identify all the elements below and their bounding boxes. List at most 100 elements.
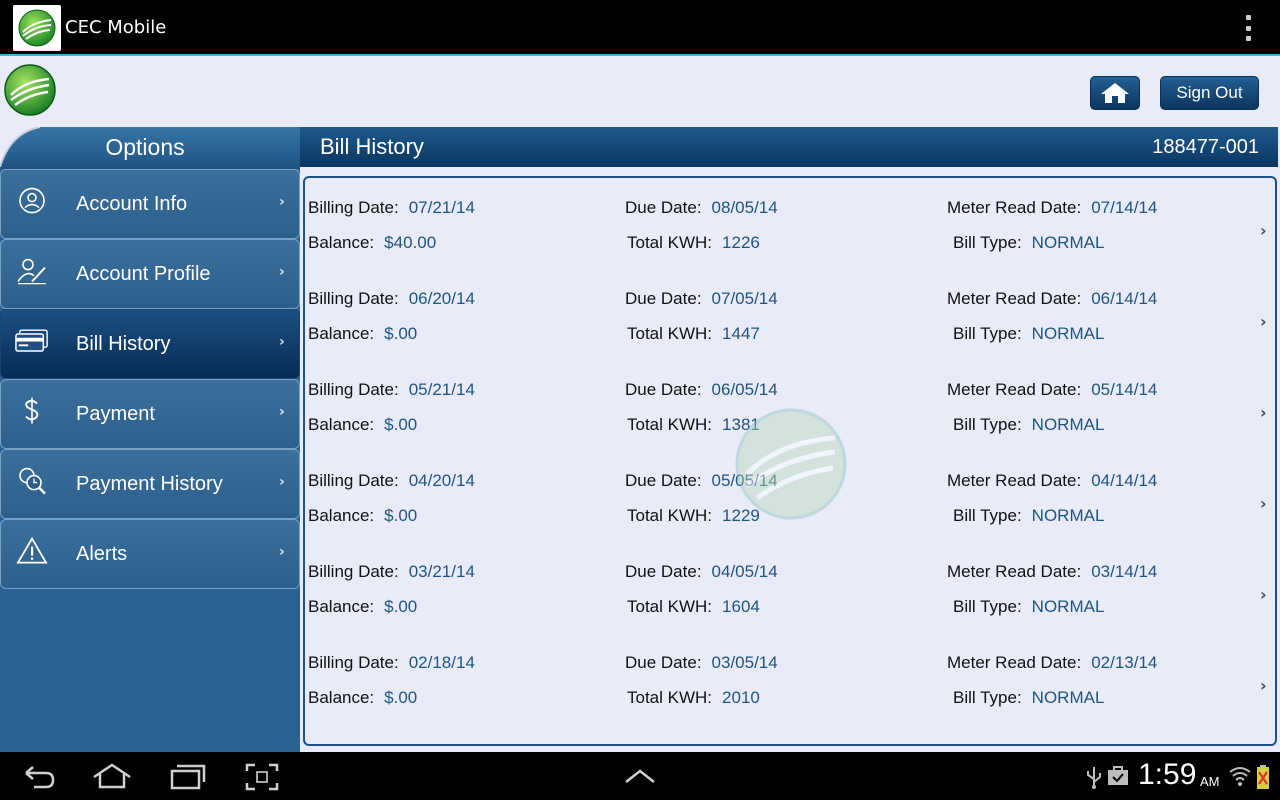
- meter-read-date-value: 04/14/14: [1091, 471, 1158, 490]
- balance-label: Balance:: [308, 415, 375, 434]
- search-history-icon: [15, 464, 49, 498]
- chevron-right-icon: ›: [279, 264, 285, 281]
- bill-type-value: NORMAL: [1031, 233, 1105, 252]
- total-kwh-label: Total KWH:: [627, 506, 713, 525]
- chevron-right-icon: ›: [1260, 494, 1267, 513]
- status-ampm: AM: [1200, 774, 1220, 789]
- total-kwh-field: Total KWH: 1226: [627, 233, 760, 253]
- balance-label: Balance:: [308, 324, 375, 343]
- meter-read-date-field: Meter Read Date: 03/14/14: [947, 562, 1157, 582]
- due-date-label: Due Date:: [625, 653, 702, 672]
- recent-apps-icon[interactable]: [169, 762, 207, 790]
- meter-read-date-label: Meter Read Date:: [947, 198, 1082, 217]
- bill-type-value: NORMAL: [1031, 415, 1105, 434]
- sidebar-item-payment[interactable]: Payment ›: [0, 379, 300, 449]
- bill-type-value: NORMAL: [1031, 506, 1105, 525]
- home-nav-icon[interactable]: [91, 762, 133, 790]
- sidebar-item-bill-history[interactable]: Bill History ›: [0, 309, 300, 379]
- billing-date-field: Billing Date: 07/21/14: [308, 198, 475, 218]
- balance-field: Balance: $.00: [308, 688, 417, 708]
- chevron-right-icon: ›: [279, 194, 285, 211]
- due-date-value: 06/05/14: [711, 380, 778, 399]
- dollar-icon: [15, 394, 49, 428]
- total-kwh-value: 1604: [722, 597, 760, 616]
- billing-date-value: 03/21/14: [408, 562, 475, 581]
- billing-date-field: Billing Date: 05/21/14: [308, 380, 475, 400]
- sign-out-button[interactable]: Sign Out: [1160, 76, 1259, 110]
- meter-read-date-value: 03/14/14: [1091, 562, 1158, 581]
- loading-logo-icon: [735, 408, 847, 520]
- total-kwh-label: Total KWH:: [627, 324, 713, 343]
- billing-date-label: Billing Date:: [308, 653, 399, 672]
- bill-type-field: Bill Type: NORMAL: [953, 415, 1104, 435]
- cec-logo: [3, 63, 57, 117]
- sidebar-title: Options: [105, 134, 185, 160]
- bill-type-field: Bill Type: NORMAL: [953, 233, 1104, 253]
- back-icon[interactable]: [22, 764, 56, 790]
- chevron-right-icon: ›: [1260, 221, 1267, 240]
- app-icon[interactable]: [13, 5, 61, 51]
- bill-row[interactable]: Billing Date: 06/20/14 Due Date: 07/05/14 Me…: [305, 276, 1275, 367]
- billing-date-label: Billing Date:: [308, 198, 399, 217]
- app-header: [0, 56, 1280, 126]
- sidebar-item-account-profile[interactable]: Account Profile ›: [0, 239, 300, 309]
- balance-label: Balance:: [308, 506, 375, 525]
- balance-label: Balance:: [308, 688, 375, 707]
- credit-card-icon: [15, 324, 49, 358]
- billing-date-label: Billing Date:: [308, 289, 399, 308]
- due-date-value: 08/05/14: [711, 198, 778, 217]
- balance-field: Balance: $.00: [308, 415, 417, 435]
- sidebar-item-label: Payment: [76, 402, 155, 425]
- balance-field: Balance: $.00: [308, 324, 417, 344]
- chevron-up-icon[interactable]: [624, 768, 656, 784]
- total-kwh-value: 1226: [722, 233, 760, 252]
- billing-date-label: Billing Date:: [308, 380, 399, 399]
- meter-read-date-value: 05/14/14: [1091, 380, 1158, 399]
- total-kwh-label: Total KWH:: [627, 597, 713, 616]
- total-kwh-label: Total KWH:: [627, 233, 713, 252]
- status-clock: 1:59: [1138, 758, 1197, 791]
- balance-field: Balance: $40.00: [308, 233, 436, 253]
- overflow-menu-icon[interactable]: [1240, 15, 1256, 41]
- meter-read-date-field: Meter Read Date: 05/14/14: [947, 380, 1157, 400]
- wifi-icon: [1229, 767, 1251, 786]
- bill-type-value: NORMAL: [1031, 688, 1105, 707]
- bill-type-label: Bill Type:: [953, 688, 1022, 707]
- due-date-label: Due Date:: [625, 380, 702, 399]
- chevron-right-icon: ›: [279, 334, 285, 351]
- bill-row[interactable]: Billing Date: 03/21/14 Due Date: 04/05/14 Me…: [305, 549, 1275, 640]
- screenshot-icon[interactable]: [245, 763, 279, 791]
- total-kwh-field: Total KWH: 1447: [627, 324, 760, 344]
- home-button[interactable]: [1090, 76, 1140, 110]
- meter-read-date-field: Meter Read Date: 06/14/14: [947, 289, 1157, 309]
- total-kwh-value: 1447: [722, 324, 760, 343]
- task-icon: [1108, 766, 1128, 785]
- meter-read-date-field: Meter Read Date: 02/13/14: [947, 653, 1157, 673]
- due-date-value: 04/05/14: [711, 562, 778, 581]
- billing-date-field: Billing Date: 02/18/14: [308, 653, 475, 673]
- account-number: 188477-001: [1152, 136, 1259, 158]
- meter-read-date-label: Meter Read Date:: [947, 471, 1082, 490]
- billing-date-label: Billing Date:: [308, 471, 399, 490]
- sidebar-item-account-info[interactable]: Account Info ›: [0, 169, 300, 239]
- sidebar-item-label: Account Profile: [76, 262, 211, 285]
- meter-read-date-value: 06/14/14: [1091, 289, 1158, 308]
- sidebar-item-payment-history[interactable]: Payment History ›: [0, 449, 300, 519]
- total-kwh-field: Total KWH: 2010: [627, 688, 760, 708]
- meter-read-date-label: Meter Read Date:: [947, 653, 1082, 672]
- bill-row[interactable]: Billing Date: 02/18/14 Due Date: 03/05/14 Me…: [305, 640, 1275, 731]
- bill-type-value: NORMAL: [1031, 324, 1105, 343]
- sidebar-item-alerts[interactable]: Alerts ›: [0, 519, 300, 589]
- chevron-right-icon: ›: [279, 474, 285, 491]
- page-title: Bill History: [320, 134, 424, 159]
- bill-type-value: NORMAL: [1031, 597, 1105, 616]
- chevron-right-icon: ›: [1260, 312, 1267, 331]
- total-kwh-label: Total KWH:: [627, 688, 713, 707]
- due-date-field: Due Date: 04/05/14: [625, 562, 778, 582]
- bill-type-label: Bill Type:: [953, 415, 1022, 434]
- bill-type-label: Bill Type:: [953, 506, 1022, 525]
- bill-row[interactable]: Billing Date: 07/21/14 Due Date: 08/05/14 Me…: [305, 185, 1275, 276]
- bill-type-label: Bill Type:: [953, 597, 1022, 616]
- bill-type-field: Bill Type: NORMAL: [953, 324, 1104, 344]
- balance-value: $40.00: [384, 233, 437, 252]
